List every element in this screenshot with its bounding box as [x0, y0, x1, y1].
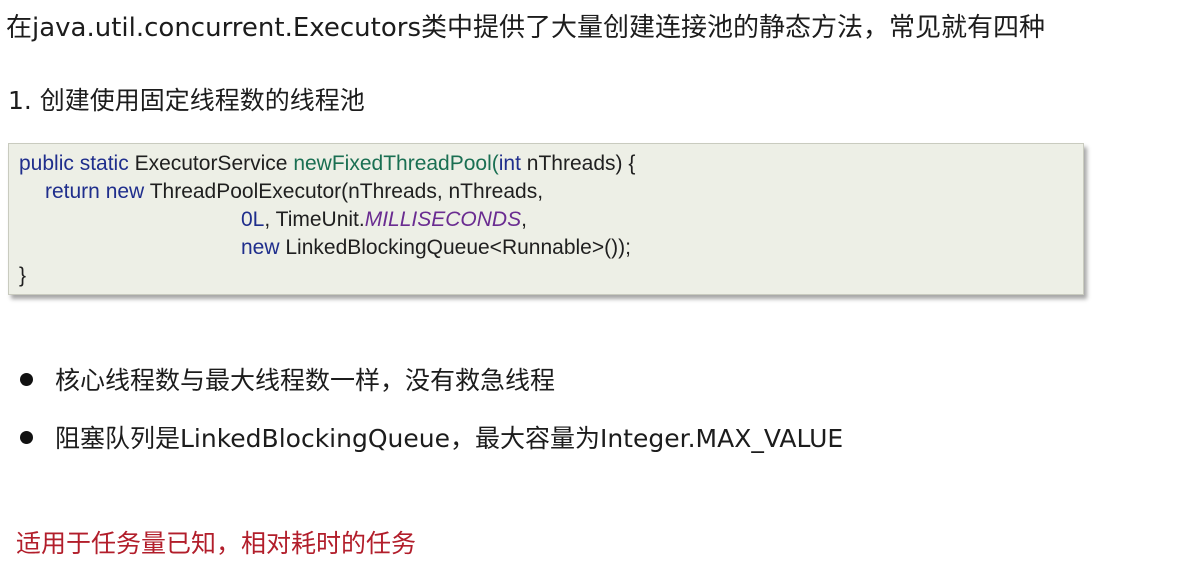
code-return-type: ExecutorService [134, 152, 288, 175]
bullet-item: 阻塞队列是LinkedBlockingQueue，最大容量为Integer.MA… [20, 416, 843, 458]
code-line-4: new LinkedBlockingQueue<Runnable>()); [19, 234, 1073, 262]
bullet-dot-icon [20, 372, 33, 386]
code-line-1: public static ExecutorService newFixedTh… [19, 150, 1073, 178]
code-param-type: int [498, 152, 521, 175]
code-method-name: newFixedThreadPool [293, 152, 492, 175]
code-keyword: public static [19, 152, 129, 175]
bullet-list: 核心线程数与最大线程数一样，没有救急线程 阻塞队列是LinkedBlocking… [20, 358, 843, 474]
bullet-item: 核心线程数与最大线程数一样，没有救急线程 [20, 358, 843, 400]
code-number: 0L [241, 208, 265, 231]
section-heading: 1. 创建使用固定线程数的线程池 [8, 86, 365, 115]
code-text: , [521, 208, 527, 231]
code-line-2: return new ThreadPoolExecutor(nThreads, … [19, 178, 1073, 206]
bullet-text: 阻塞队列是LinkedBlockingQueue，最大容量为Integer.MA… [55, 424, 844, 453]
code-keyword: new [241, 236, 280, 259]
code-constant: MILLISECONDS [364, 208, 522, 231]
code-line-3: 0L, TimeUnit.MILLISECONDS, [19, 206, 1073, 234]
bullet-dot-icon [20, 430, 33, 444]
usage-note: 适用于任务量已知，相对耗时的任务 [16, 529, 417, 558]
code-text: ThreadPoolExecutor(nThreads, nThreads, [149, 180, 544, 203]
intro-text: 在java.util.concurrent.Executors类中提供了大量创建… [6, 13, 1045, 43]
code-paren: ( [491, 152, 499, 175]
bullet-text: 核心线程数与最大线程数一样，没有救急线程 [55, 366, 556, 395]
code-line-5: } [19, 264, 27, 287]
code-keyword: return new [45, 180, 145, 203]
code-block: public static ExecutorService newFixedTh… [8, 143, 1084, 295]
code-text: LinkedBlockingQueue<Runnable>()); [285, 236, 631, 259]
code-param-rest: nThreads) { [526, 152, 636, 175]
code-text: , TimeUnit. [264, 208, 365, 231]
